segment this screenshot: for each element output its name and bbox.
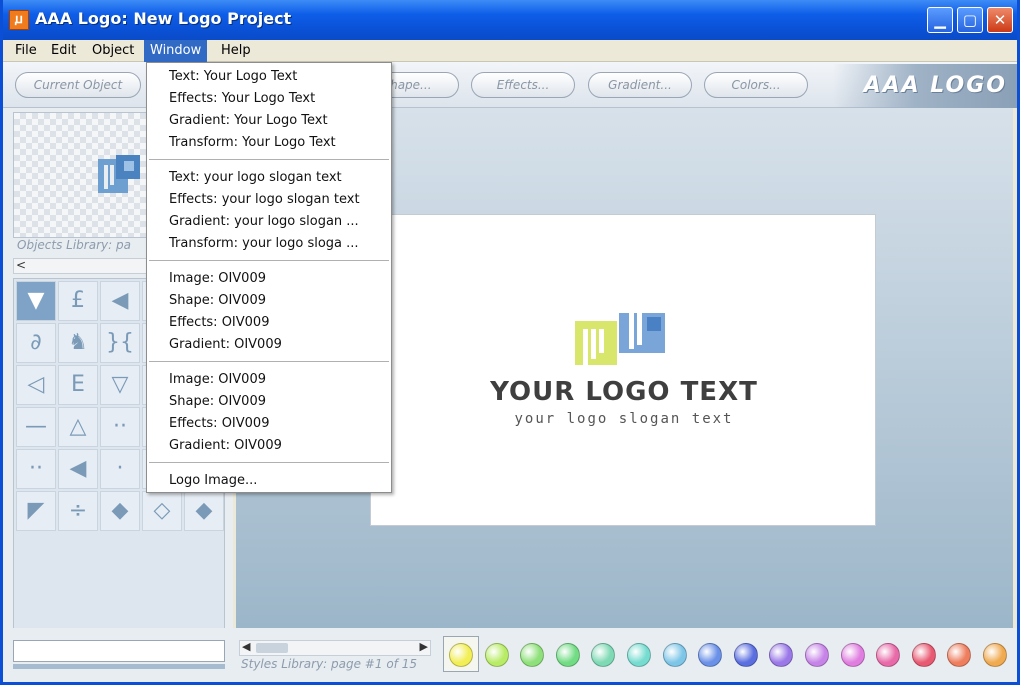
current-object-button[interactable]: Current Object — [15, 72, 141, 98]
style-swatch[interactable] — [983, 643, 1007, 667]
menu-separator — [149, 159, 389, 161]
window-menu-item[interactable]: Shape: OIV009 — [169, 291, 266, 311]
object-library-item[interactable]: ♞ — [58, 323, 98, 363]
window-menu-item[interactable]: Image: OIV009 — [169, 269, 266, 289]
style-swatch[interactable] — [449, 643, 473, 667]
window-menu-item[interactable]: Gradient: OIV009 — [169, 335, 282, 355]
window-menu-item[interactable]: Transform: your logo sloga ... — [169, 234, 359, 254]
logo-text[interactable]: YOUR LOGO TEXT — [371, 377, 877, 407]
window-menu-item[interactable]: Logo Image... — [169, 471, 257, 491]
window-menu-item[interactable]: Image: OIV009 — [169, 370, 266, 390]
menu-bar: File Edit Object Window Help — [3, 40, 1017, 62]
styles-scrollbar[interactable]: ◀ ▶ — [239, 640, 431, 656]
window-menu-item[interactable]: Transform: Your Logo Text — [169, 133, 336, 153]
style-swatch[interactable] — [698, 643, 723, 667]
gradient-button[interactable]: Gradient... — [588, 72, 692, 98]
styles-bar: ◀ ▶ Styles Library: page #1 of 15 — [3, 628, 1017, 682]
object-library-item[interactable]: · — [100, 449, 140, 489]
menu-file[interactable]: File — [9, 40, 43, 62]
effects-button[interactable]: Effects... — [471, 72, 575, 98]
style-swatch[interactable] — [520, 643, 545, 667]
object-name-field[interactable] — [13, 640, 225, 662]
logo-slogan[interactable]: your logo slogan text — [371, 411, 877, 427]
logo-artboard[interactable]: YOUR LOGO TEXT your logo slogan text — [370, 214, 876, 526]
object-library-item[interactable]: ·· — [100, 407, 140, 447]
window-menu-item[interactable]: Gradient: Your Logo Text — [169, 111, 328, 131]
menu-help[interactable]: Help — [215, 40, 257, 62]
object-library-item[interactable]: ◆ — [184, 491, 224, 531]
app-window: ꙡ AAA Logo: New Logo Project ▁ ▢ ✕ File … — [0, 0, 1020, 685]
window-menu-item[interactable]: Effects: Your Logo Text — [169, 89, 315, 109]
style-swatch[interactable] — [911, 643, 936, 667]
styles-scroll-right-icon[interactable]: ▶ — [420, 640, 428, 653]
style-swatch[interactable] — [876, 643, 901, 667]
object-library-item[interactable]: ▽ — [100, 365, 140, 405]
brand-logo-text: AAA LOGO — [863, 73, 1007, 98]
object-library-item[interactable]: ◁ — [16, 365, 56, 405]
window-menu-item[interactable]: Text: Your Logo Text — [169, 67, 297, 87]
maximize-button[interactable]: ▢ — [957, 7, 983, 33]
object-library-item[interactable]: ◤ — [16, 491, 56, 531]
style-swatch[interactable] — [627, 643, 651, 667]
style-swatch[interactable] — [662, 643, 687, 667]
object-library-item[interactable]: }{ — [100, 323, 140, 363]
menu-separator — [149, 361, 389, 363]
object-library-item[interactable]: — — [16, 407, 56, 447]
style-swatch[interactable] — [805, 643, 829, 667]
styles-scroll-thumb[interactable] — [256, 643, 288, 653]
window-menu-item[interactable]: Text: your logo slogan text — [169, 168, 342, 188]
minimize-button[interactable]: ▁ — [927, 7, 953, 33]
brand-banner: AAA LOGO — [833, 64, 1017, 108]
styles-scroll-left-icon[interactable]: ◀ — [242, 640, 250, 653]
object-library-item[interactable]: E — [58, 365, 98, 405]
style-swatch[interactable] — [947, 643, 972, 667]
window-menu-item[interactable]: Gradient: OIV009 — [169, 436, 282, 456]
object-library-item[interactable]: ◀ — [58, 449, 98, 489]
objects-library-caption: Objects Library: pa — [17, 238, 131, 252]
styles-library-caption: Styles Library: page #1 of 15 — [241, 657, 417, 671]
menu-separator — [149, 260, 389, 262]
style-swatch[interactable] — [484, 643, 509, 667]
menu-separator — [149, 462, 389, 464]
window-menu-item[interactable]: Effects: your logo slogan text — [169, 190, 360, 210]
style-swatch[interactable] — [591, 643, 616, 667]
menu-edit[interactable]: Edit — [45, 40, 82, 62]
style-swatch[interactable] — [555, 643, 580, 667]
panel-divider — [13, 664, 225, 669]
object-library-item[interactable]: ·· — [16, 449, 56, 489]
style-swatch[interactable] — [733, 643, 758, 667]
window-title: AAA Logo: New Logo Project — [35, 9, 292, 28]
object-library-item[interactable]: △ — [58, 407, 98, 447]
app-logo-icon[interactable]: ꙡ — [9, 10, 29, 30]
colors-button[interactable]: Colors... — [704, 72, 808, 98]
menu-object[interactable]: Object — [86, 40, 140, 62]
object-library-item[interactable]: ◆ — [100, 491, 140, 531]
window-menu-item[interactable]: Effects: OIV009 — [169, 313, 269, 333]
preview-logo-icon — [98, 155, 140, 193]
title-bar[interactable]: ꙡ AAA Logo: New Logo Project ▁ ▢ ✕ — [3, 0, 1017, 40]
logo-emblem-icon[interactable] — [575, 313, 667, 367]
window-menu-item[interactable]: Gradient: your logo slogan ... — [169, 212, 359, 232]
object-library-item[interactable]: £ — [58, 281, 98, 321]
object-library-item[interactable]: ◀ — [100, 281, 140, 321]
style-swatch[interactable] — [840, 643, 865, 667]
window-menu-item[interactable]: Shape: OIV009 — [169, 392, 266, 412]
object-library-item[interactable]: ◇ — [142, 491, 182, 531]
object-library-item[interactable]: ▼ — [16, 281, 56, 321]
style-swatch[interactable] — [769, 643, 794, 667]
close-button[interactable]: ✕ — [987, 7, 1013, 33]
object-library-item[interactable]: ∂ — [16, 323, 56, 363]
object-library-item[interactable]: ÷ — [58, 491, 98, 531]
window-menu-dropdown: Text: Your Logo Text Effects: Your Logo T… — [146, 62, 392, 493]
scroll-left-icon[interactable]: < — [16, 258, 26, 272]
menu-window[interactable]: Window — [144, 40, 208, 62]
window-menu-item[interactable]: Effects: OIV009 — [169, 414, 269, 434]
